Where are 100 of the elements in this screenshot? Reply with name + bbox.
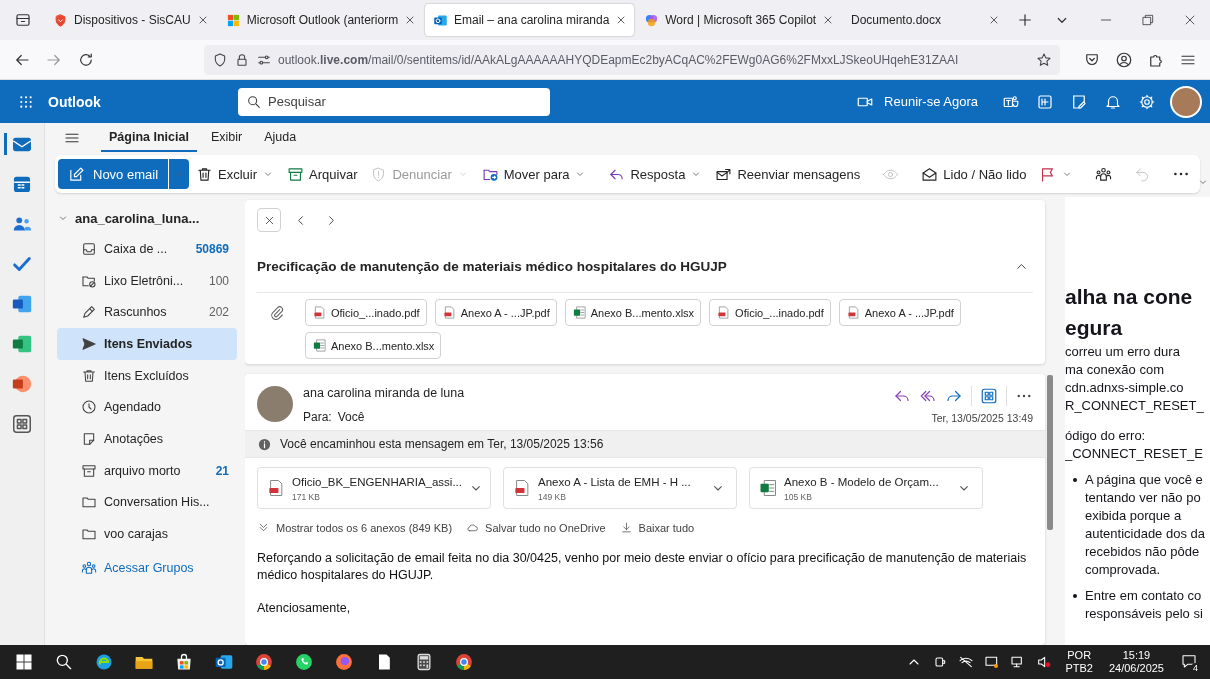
user-avatar[interactable] <box>1170 85 1202 118</box>
shield-icon <box>212 51 228 68</box>
restore-icon[interactable] <box>1140 12 1156 28</box>
account-name[interactable]: ana_carolina_luna... <box>75 210 200 226</box>
toolbar-button[interactable]: Excluir <box>190 161 281 187</box>
close-icon[interactable] <box>988 14 1000 26</box>
spreadsheet-app-icon[interactable] <box>11 333 33 355</box>
error-text-line: Entre em contato co <box>1085 587 1203 605</box>
notebook-icon[interactable] <box>1036 92 1054 111</box>
apps-grid-icon[interactable] <box>11 413 33 435</box>
search-field[interactable]: Pesquisar <box>238 87 550 116</box>
bullet-dot <box>1073 478 1077 482</box>
ribbon-tab[interactable]: Página Inicial <box>101 124 197 152</box>
attachment-card[interactable]: Oficio_BK_ENGENHARIA_assi... 171 KB <box>257 467 491 509</box>
attachment-chip[interactable]: Anexo B...mento.xlsx <box>564 299 702 326</box>
folder-name: Itens Enviados <box>104 336 194 351</box>
save-to-cloud-button[interactable]: Salvar tudo no OneDrive <box>466 519 606 536</box>
tab-title: Documento.docx <box>851 13 943 27</box>
attachment-name: Anexo A - Lista de EMH - H ... <box>538 474 691 490</box>
folder-item[interactable]: Lixo Eletrôni... 100 <box>57 264 237 297</box>
folder-name: Itens Excluídos <box>104 368 190 383</box>
attachment-size: 105 KB <box>784 491 812 502</box>
folder-item[interactable]: Anotações <box>57 423 237 455</box>
folder-name: Agendado <box>104 400 162 415</box>
error-text-line: comprovada. <box>1085 561 1162 579</box>
attachment-chip[interactable]: Anexo A - ...JP.pdf <box>838 299 961 326</box>
tab-list-icon[interactable] <box>14 11 32 29</box>
presentation-app-icon[interactable] <box>11 373 33 395</box>
sender-avatar <box>257 386 293 422</box>
browser-tab[interactable]: Word | Microsoft 365 Copilot <box>636 4 841 36</box>
toolbar-button[interactable]: Reenviar mensagens <box>709 161 867 187</box>
attachment-card[interactable]: Anexo B - Modelo de Orçam... 105 KB <box>749 467 983 509</box>
attachment-chip[interactable]: Oficio_...inado.pdf <box>709 299 831 326</box>
show-all-attachments-button[interactable]: Mostrar todos os 6 anexos (849 KB) <box>257 519 453 536</box>
folder-name: voo carajas <box>104 527 169 542</box>
error-text-line: tentando ver não po <box>1085 489 1202 507</box>
folder-item[interactable]: Itens Excluídos <box>57 359 237 392</box>
plus-icon[interactable] <box>1016 11 1034 29</box>
sender-name: ana carolina miranda de luna <box>303 386 466 400</box>
folder-name: Conversation His... <box>104 495 211 510</box>
attachment-chip[interactable]: Oficio_...inado.pdf <box>305 299 427 326</box>
attachment-card[interactable]: Anexo A - Lista de EMH - H ... 149 KB <box>503 467 737 509</box>
dropdown-button[interactable] <box>168 159 190 189</box>
browser-tab[interactable]: Microsoft Outlook (anteriorm <box>217 4 423 36</box>
cloud-icon <box>466 521 480 534</box>
folder-item[interactable]: voo carajas <box>57 518 237 550</box>
folder-item[interactable]: Rascunhos 202 <box>57 296 237 329</box>
address-field[interactable]: outlook.live.com/mail/0/sentitems/id/AAkALgAAAAAAHYQDEapmEc2byACqAC%2FEWg0AG6%2FMxxLJSkeoUHqehE31ZAAI <box>204 44 1060 75</box>
folder-name: Anotações <box>104 431 165 446</box>
browser-tab[interactable]: Dispositivos - SisCAU <box>45 4 216 36</box>
tab-title: Microsoft Outlook (anteriorm <box>246 13 399 27</box>
toolbar-button[interactable]: Resposta <box>602 161 709 187</box>
error-text-line: R_CONNECT_RESET_ <box>1065 397 1205 415</box>
error-text-line: autenticidade dos da <box>1085 525 1205 543</box>
folder-item[interactable]: Agendado <box>57 391 237 424</box>
error-text-line: recebidos não pôde <box>1085 543 1201 561</box>
folder-name: Rascunhos <box>104 305 168 320</box>
groups-link[interactable]: Acessar Grupos <box>57 559 237 576</box>
new-email-button[interactable]: Novo email <box>58 159 169 189</box>
folder-item[interactable]: Caixa de ... 50869 <box>57 233 237 265</box>
pencil-icon <box>81 304 97 321</box>
close-button[interactable] <box>257 208 281 232</box>
link-text[interactable]: Acessar Grupos <box>104 560 194 575</box>
document-app-icon[interactable] <box>11 293 33 315</box>
toolbar-button[interactable]: Lido / Não lido <box>915 161 1033 187</box>
keyboard-layout-label[interactable]: PTB2 <box>1065 662 1093 675</box>
attachment-chip[interactable]: Anexo B...mento.xlsx <box>305 332 442 359</box>
error-text-line: responsáveis pelo si <box>1085 605 1203 623</box>
toolbar-button[interactable]: Arquivar <box>281 161 364 187</box>
archive-box-icon <box>81 462 97 479</box>
info-icon <box>257 436 272 452</box>
folder-item[interactable]: Conversation His... <box>57 486 237 519</box>
folder-count: 100 <box>208 273 229 288</box>
ribbon-tab[interactable]: Exibir <box>202 124 251 152</box>
download-all-button[interactable]: Baixar tudo <box>619 519 695 536</box>
star-icon[interactable] <box>1036 51 1052 68</box>
ribbon-tab[interactable]: Ajuda <box>256 124 305 152</box>
clock-date[interactable]: 24/06/2025 <box>1108 662 1164 675</box>
trash-icon <box>196 165 214 183</box>
error-heading-line: alha na cone <box>1065 284 1194 310</box>
attachment-chip[interactable]: Anexo A - ...JP.pdf <box>434 299 557 326</box>
paperclip-icon <box>269 305 285 321</box>
mail-icon[interactable] <box>4 133 33 155</box>
settings-icon[interactable] <box>1138 92 1156 111</box>
shield-icon <box>53 12 68 28</box>
body-paragraph: Reforçando a solicitação de email feita no dia 30/0425, venho por meio deste enviar o ofício para precificação de manutenção de materiais médico hospitalares do HGUJP. <box>257 550 1028 584</box>
toolbar-button[interactable]: Mover para <box>475 161 593 187</box>
app-launcher-icon[interactable] <box>18 93 34 110</box>
people-icon <box>81 559 97 576</box>
note-pencil-icon[interactable] <box>1070 92 1088 111</box>
apps-grid-icon[interactable] <box>980 387 998 405</box>
meet-now-button[interactable]: Reunir-se Agora <box>848 88 986 115</box>
lock-icon <box>234 51 250 68</box>
folder-item[interactable]: Itens Enviados <box>57 328 237 360</box>
clock-icon <box>81 399 97 416</box>
browser-tab[interactable]: Email – ana carolina miranda <box>424 4 635 36</box>
browser-tab[interactable]: Documento.docx <box>843 4 1008 36</box>
folder-item[interactable]: arquivo morto 21 <box>57 454 237 487</box>
language-label[interactable]: POR <box>1067 649 1092 662</box>
clock-time[interactable]: 15:19 <box>1122 649 1151 662</box>
